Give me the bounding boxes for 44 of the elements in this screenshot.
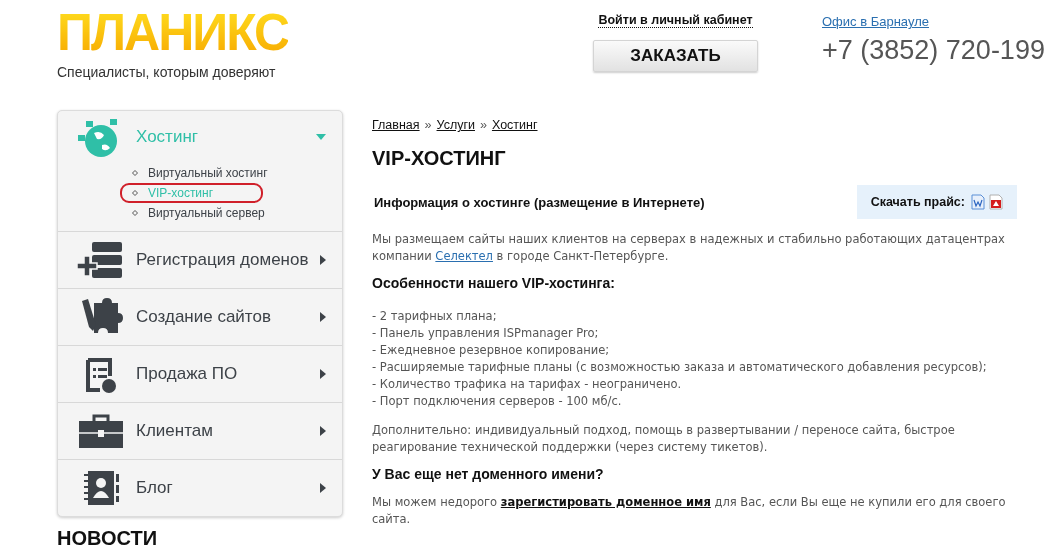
submenu-item[interactable]: Виртуальный хостинг bbox=[120, 163, 280, 183]
price-label: Скачать прайс: bbox=[870, 195, 965, 209]
info-heading: Информация о хостинге (размещение в Интернете) bbox=[373, 194, 705, 210]
feature-item: - Ежедневное резервное копирование; bbox=[372, 342, 611, 359]
caret-right-icon[interactable] bbox=[320, 369, 326, 379]
sidebar-item[interactable]: Продажа ПО bbox=[136, 364, 320, 384]
feature-item: - 2 тарифных плана; bbox=[372, 308, 498, 325]
office-link[interactable]: Офис в Барнауле bbox=[822, 14, 1045, 29]
feature-item: - Панель управления ISPmanager Pro; bbox=[372, 325, 600, 342]
sidebar-item[interactable]: Блог bbox=[136, 478, 320, 498]
login-link[interactable]: Войти в личный кабинет bbox=[598, 13, 753, 28]
feature-item: - Количество трафика на тарифах - неограничено. bbox=[372, 376, 683, 393]
diamond-icon bbox=[132, 210, 138, 216]
diamond-icon bbox=[132, 170, 138, 176]
caret-right-icon[interactable] bbox=[320, 483, 326, 493]
caret-right-icon[interactable] bbox=[320, 255, 326, 265]
sidebar-item[interactable]: Создание сайтов bbox=[136, 307, 320, 327]
register-domain-link[interactable]: зарегистировать доменное имя bbox=[500, 495, 711, 509]
feature-item: - Расширяемые тарифные планы (с возможностью заказа и автоматического добавления ресурсов); bbox=[372, 359, 988, 376]
selectel-link[interactable]: Селектел bbox=[435, 249, 493, 263]
breadcrumb-separator: » bbox=[424, 118, 432, 132]
additional-paragraph: Дополнительно: индивидуальный подход, помощь в развертывании / переносе сайта, быстрое реагирование технической поддержки (через систему тикетов). bbox=[372, 422, 956, 456]
diamond-icon bbox=[132, 190, 138, 196]
news-heading: НОВОСТИ bbox=[57, 527, 159, 550]
breadcrumb-link[interactable]: Хостинг bbox=[491, 118, 538, 132]
page-title: VIP-ХОСТИНГ bbox=[372, 147, 507, 170]
breadcrumb-link[interactable]: Главная bbox=[372, 118, 420, 132]
domain-heading: У Вас еще нет доменного имени? bbox=[372, 466, 605, 482]
submenu-item[interactable]: Виртуальный сервер bbox=[120, 203, 277, 223]
domain-paragraph: Мы можем недорого зарегистировать доменное имя для Вас, если Вы еще не купили его для своего сайта. bbox=[372, 494, 1007, 528]
caret-right-icon[interactable] bbox=[320, 426, 326, 436]
caret-right-icon[interactable] bbox=[320, 312, 326, 322]
order-button[interactable]: ЗАКАЗАТЬ bbox=[593, 40, 758, 72]
intro-paragraph: Мы размещаем сайты наших клиентов на серверах в надежных и стабильно работающих датацентрах компании Селектел в городе Санкт-Петербурге. bbox=[372, 231, 1006, 265]
breadcrumb-separator: » bbox=[480, 118, 487, 132]
pdf-file-icon[interactable] bbox=[989, 194, 1003, 210]
phone-number: +7 (3852) 720-199 bbox=[822, 35, 1045, 66]
tagline: Специалисты, которым доверяют bbox=[57, 64, 277, 80]
sidebar-item[interactable]: Регистрация доменов bbox=[136, 250, 320, 270]
breadcrumb-link[interactable]: Услуги bbox=[436, 118, 475, 132]
sidebar-item[interactable]: Клиентам bbox=[136, 421, 320, 441]
feature-item: - Порт подключения серверов - 100 мб/с. bbox=[372, 393, 623, 410]
features-heading: Особенности нашего VIP-хостинга: bbox=[372, 275, 616, 291]
word-file-icon[interactable] bbox=[971, 194, 985, 210]
